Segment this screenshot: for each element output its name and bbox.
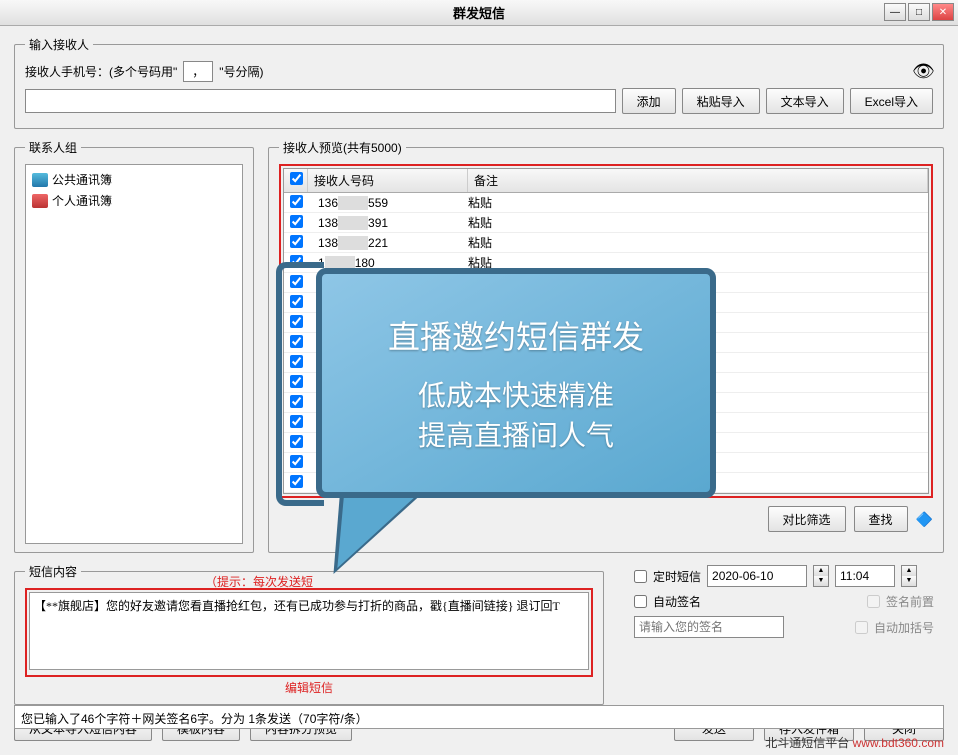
table-row[interactable] <box>284 393 928 413</box>
dropdown-icon[interactable]: 🔷 <box>916 511 933 528</box>
row-checkbox[interactable] <box>290 315 303 328</box>
table-row[interactable] <box>284 273 928 293</box>
add-button[interactable]: 添加 <box>622 88 676 114</box>
row-checkbox[interactable] <box>290 275 303 288</box>
send-options: 定时短信 ▲▼ ▲▼ 自动签名 签名前置 自动加括号 <box>634 565 934 644</box>
tree-item-personal[interactable]: 个人通讯簿 <box>30 190 238 211</box>
row-checkbox[interactable] <box>290 215 303 228</box>
status-bar: 您已输入了46个字符＋网关签名6字。分为 1条发送（70字符/条） <box>14 705 944 729</box>
select-all-checkbox[interactable] <box>290 172 303 185</box>
autosign-label: 自动签名 <box>653 593 701 610</box>
date-input[interactable] <box>707 565 807 587</box>
tree-label: 个人通讯簿 <box>52 192 112 209</box>
edit-sms-label: 编辑短信 <box>25 679 593 696</box>
row-checkbox[interactable] <box>290 435 303 448</box>
eye-icon[interactable]: 👁 <box>912 61 935 82</box>
paste-import-button[interactable]: 粘贴导入 <box>682 88 760 114</box>
autosign-checkbox[interactable] <box>634 595 647 608</box>
table-row[interactable] <box>284 313 928 333</box>
compare-filter-button[interactable]: 对比筛选 <box>768 506 846 532</box>
row-note: 粘贴 <box>468 254 928 271</box>
row-note: 粘贴 <box>468 194 928 211</box>
table-row[interactable] <box>284 353 928 373</box>
table-row[interactable] <box>284 453 928 473</box>
contact-tree: 公共通讯簿 个人通讯簿 <box>25 164 243 544</box>
table-row[interactable] <box>284 493 928 494</box>
addressbook-icon <box>32 173 48 187</box>
table-row[interactable]: 136xxx559 粘贴 <box>284 193 928 213</box>
col-note: 备注 <box>468 169 928 192</box>
table-row[interactable] <box>284 433 928 453</box>
table-row[interactable] <box>284 473 928 493</box>
row-note: 粘贴 <box>468 214 928 231</box>
recipient-preview: 接收人预览(共有5000) 接收人号码 备注 136xxx559 粘贴 138x… <box>268 139 944 553</box>
table-row[interactable]: 138xxx221 粘贴 <box>284 233 928 253</box>
phone-label-prefix: 接收人手机号：(多个号码用" <box>25 63 177 80</box>
scheduled-checkbox[interactable] <box>634 570 647 583</box>
row-number: 136xxx559 <box>308 196 468 210</box>
footer: 北斗通短信平台 www.bdt360.com <box>765 734 944 751</box>
row-checkbox[interactable] <box>290 395 303 408</box>
time-input[interactable] <box>835 565 895 587</box>
row-number: 138xxx221 <box>308 236 468 250</box>
contact-groups-legend: 联系人组 <box>25 139 81 156</box>
separator-box: ， <box>183 61 213 82</box>
addressbook-icon <box>32 194 48 208</box>
message-textarea[interactable] <box>29 592 589 670</box>
row-checkbox[interactable] <box>290 475 303 488</box>
date-spinner[interactable]: ▲▼ <box>813 565 829 587</box>
table-row[interactable]: 1xxx180 粘贴 <box>284 253 928 273</box>
autobracket-checkbox <box>855 621 868 634</box>
minimize-button[interactable]: — <box>884 3 906 21</box>
scheduled-label: 定时短信 <box>653 568 701 585</box>
table-row[interactable]: 138xxx391 粘贴 <box>284 213 928 233</box>
tree-label: 公共通讯簿 <box>52 171 112 188</box>
signfront-checkbox <box>867 595 880 608</box>
recipient-input-legend: 输入接收人 <box>25 36 93 53</box>
find-button[interactable]: 查找 <box>854 506 908 532</box>
message-legend: 短信内容 <box>25 563 81 580</box>
window-title: 群发短信 <box>0 3 958 22</box>
row-checkbox[interactable] <box>290 255 303 268</box>
table-row[interactable] <box>284 413 928 433</box>
row-checkbox[interactable] <box>290 335 303 348</box>
row-checkbox[interactable] <box>290 195 303 208</box>
message-content-group: 短信内容 （提示：每次发送短 编辑短信 <box>14 563 604 705</box>
close-window-button[interactable]: ✕ <box>932 3 954 21</box>
excel-import-button[interactable]: Excel导入 <box>850 88 933 114</box>
text-import-button[interactable]: 文本导入 <box>766 88 844 114</box>
table-row[interactable] <box>284 373 928 393</box>
row-number: 138xxx391 <box>308 216 468 230</box>
row-checkbox[interactable] <box>290 235 303 248</box>
footer-link[interactable]: www.bdt360.com <box>853 736 944 750</box>
time-spinner[interactable]: ▲▼ <box>901 565 917 587</box>
row-note: 粘贴 <box>468 234 928 251</box>
tree-item-public[interactable]: 公共通讯簿 <box>30 169 238 190</box>
preview-legend: 接收人预览(共有5000) <box>279 139 406 156</box>
table-row[interactable] <box>284 333 928 353</box>
row-checkbox[interactable] <box>290 375 303 388</box>
row-checkbox[interactable] <box>290 295 303 308</box>
row-number: 1xxx180 <box>308 256 468 270</box>
titlebar: 群发短信 — □ ✕ <box>0 0 958 26</box>
row-checkbox[interactable] <box>290 415 303 428</box>
contact-groups: 联系人组 公共通讯簿 个人通讯簿 <box>14 139 254 553</box>
autobracket-label: 自动加括号 <box>874 619 934 636</box>
signature-input[interactable] <box>634 616 784 638</box>
phone-label-suffix: "号分隔) <box>219 63 263 80</box>
signfront-label: 签名前置 <box>886 593 934 610</box>
recipient-table: 接收人号码 备注 136xxx559 粘贴 138xxx391 粘贴 138xx… <box>283 168 929 494</box>
row-checkbox[interactable] <box>290 355 303 368</box>
maximize-button[interactable]: □ <box>908 3 930 21</box>
phone-input[interactable] <box>25 89 616 113</box>
table-row[interactable] <box>284 293 928 313</box>
row-checkbox[interactable] <box>290 455 303 468</box>
message-hint: （提示：每次发送短 <box>205 573 313 590</box>
recipient-input-group: 输入接收人 👁 接收人手机号：(多个号码用" ， "号分隔) 添加 粘贴导入 文… <box>14 36 944 129</box>
col-number: 接收人号码 <box>308 169 468 192</box>
